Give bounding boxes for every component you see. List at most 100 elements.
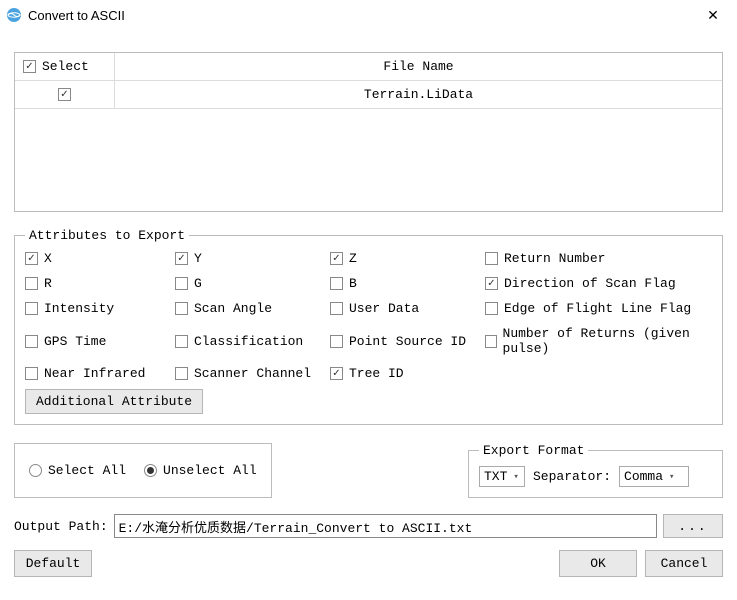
radio-icon: [29, 464, 42, 477]
attribute-intensity[interactable]: Intensity: [25, 301, 175, 316]
file-table: Select File Name Terrain.LiData: [14, 52, 723, 212]
output-path-label: Output Path:: [14, 519, 108, 534]
attributes-grid: X Y Z Return Number R G B Direction of Scan Fla…: [25, 251, 712, 381]
checkbox-icon[interactable]: [175, 277, 188, 290]
select-all-radio[interactable]: Select All: [29, 463, 126, 478]
attribute-scan-angle[interactable]: Scan Angle: [175, 301, 330, 316]
attribute-g[interactable]: G: [175, 276, 330, 291]
content-area: Select File Name Terrain.LiData Attribut…: [0, 28, 737, 600]
attribute-return-number[interactable]: Return Number: [485, 251, 712, 266]
attribute-label: X: [44, 251, 52, 266]
attribute-label: Point Source ID: [349, 334, 466, 349]
checkbox-icon[interactable]: [485, 302, 498, 315]
ok-button[interactable]: OK: [559, 550, 637, 577]
output-path-row: Output Path: ...: [14, 514, 723, 538]
attribute-z[interactable]: Z: [330, 251, 485, 266]
attribute-r[interactable]: R: [25, 276, 175, 291]
attribute-label: Intensity: [44, 301, 114, 316]
attribute-label: Scan Angle: [194, 301, 272, 316]
checkbox-icon[interactable]: [330, 277, 343, 290]
attribute-direction-of-scan-flag[interactable]: Direction of Scan Flag: [485, 276, 712, 291]
attribute-label: Y: [194, 251, 202, 266]
attribute-label: Return Number: [504, 251, 605, 266]
attribute-classification[interactable]: Classification: [175, 326, 330, 356]
export-format-row: TXT ▾ Separator: Comma ▾: [479, 466, 712, 487]
separator-label: Separator:: [533, 469, 611, 484]
checkbox-icon[interactable]: [175, 252, 188, 265]
row-filename: Terrain.LiData: [115, 87, 722, 102]
separator-value: Comma: [624, 469, 663, 484]
checkbox-icon[interactable]: [25, 277, 38, 290]
checkbox-icon[interactable]: [25, 335, 38, 348]
checkbox-icon[interactable]: [175, 302, 188, 315]
app-icon: [6, 7, 22, 23]
browse-button[interactable]: ...: [663, 514, 723, 538]
attribute-near-infrared[interactable]: Near Infrared: [25, 366, 175, 381]
attribute-gps-time[interactable]: GPS Time: [25, 326, 175, 356]
checkbox-icon[interactable]: [175, 367, 188, 380]
checkbox-icon[interactable]: [175, 335, 188, 348]
row-select-cell: [15, 81, 115, 108]
cancel-button[interactable]: Cancel: [645, 550, 723, 577]
file-table-body: Terrain.LiData: [15, 81, 722, 211]
header-filename-cell: File Name: [115, 59, 722, 74]
attribute-tree-id[interactable]: Tree ID: [330, 366, 485, 381]
attributes-legend: Attributes to Export: [25, 228, 189, 243]
window-title: Convert to ASCII: [28, 8, 699, 23]
checkbox-icon[interactable]: [485, 277, 498, 290]
footer-buttons: Default OK Cancel: [14, 550, 723, 577]
chevron-down-icon: ▾: [669, 472, 674, 482]
attributes-fieldset: Attributes to Export X Y Z Return Number R G B…: [14, 228, 723, 425]
checkbox-icon[interactable]: [330, 302, 343, 315]
checkbox-icon[interactable]: [330, 367, 343, 380]
additional-attribute-button[interactable]: Additional Attribute: [25, 389, 203, 414]
selection-box: Select All Unselect All: [14, 443, 272, 498]
close-icon[interactable]: ✕: [699, 7, 727, 24]
checkbox-icon[interactable]: [330, 335, 343, 348]
table-row[interactable]: Terrain.LiData: [15, 81, 722, 109]
attribute-b[interactable]: B: [330, 276, 485, 291]
mid-row: Select All Unselect All Export Format TX…: [14, 443, 723, 498]
attribute-label: Direction of Scan Flag: [504, 276, 676, 291]
radio-icon: [144, 464, 157, 477]
attribute-label: Number of Returns (given pulse): [503, 326, 712, 356]
attribute-label: Z: [349, 251, 357, 266]
file-table-header: Select File Name: [15, 53, 722, 81]
separator-combo[interactable]: Comma ▾: [619, 466, 689, 487]
header-select-label: Select: [42, 59, 89, 74]
checkbox-icon[interactable]: [25, 302, 38, 315]
attribute-edge-of-flight-line-flag[interactable]: Edge of Flight Line Flag: [485, 301, 712, 316]
header-select-cell: Select: [15, 53, 115, 80]
unselect-all-label: Unselect All: [163, 463, 257, 478]
attribute-point-source-id[interactable]: Point Source ID: [330, 326, 485, 356]
spacer: [286, 443, 454, 498]
attribute-label: Scanner Channel: [194, 366, 311, 381]
attribute-label: User Data: [349, 301, 419, 316]
attribute-label: Near Infrared: [44, 366, 145, 381]
attribute-label: Classification: [194, 334, 303, 349]
checkbox-icon[interactable]: [485, 335, 497, 348]
attribute-label: GPS Time: [44, 334, 106, 349]
checkbox-icon[interactable]: [330, 252, 343, 265]
checkbox-icon[interactable]: [25, 367, 38, 380]
default-button[interactable]: Default: [14, 550, 92, 577]
unselect-all-radio[interactable]: Unselect All: [144, 463, 257, 478]
attribute-x[interactable]: X: [25, 251, 175, 266]
attribute-user-data[interactable]: User Data: [330, 301, 485, 316]
attribute-label: G: [194, 276, 202, 291]
export-format-legend: Export Format: [479, 443, 588, 458]
checkbox-icon[interactable]: [485, 252, 498, 265]
file-row-checkbox[interactable]: [58, 88, 71, 101]
attribute-number-of-returns-given-pulse-[interactable]: Number of Returns (given pulse): [485, 326, 712, 356]
select-all-files-checkbox[interactable]: [23, 60, 36, 73]
checkbox-icon[interactable]: [25, 252, 38, 265]
attribute-scanner-channel[interactable]: Scanner Channel: [175, 366, 330, 381]
format-value: TXT: [484, 469, 507, 484]
output-path-input[interactable]: [114, 514, 657, 538]
attribute-label: R: [44, 276, 52, 291]
chevron-down-icon: ▾: [513, 472, 518, 482]
format-combo[interactable]: TXT ▾: [479, 466, 525, 487]
spacer: [100, 550, 551, 577]
attribute-y[interactable]: Y: [175, 251, 330, 266]
export-format-fieldset: Export Format TXT ▾ Separator: Comma ▾: [468, 443, 723, 498]
